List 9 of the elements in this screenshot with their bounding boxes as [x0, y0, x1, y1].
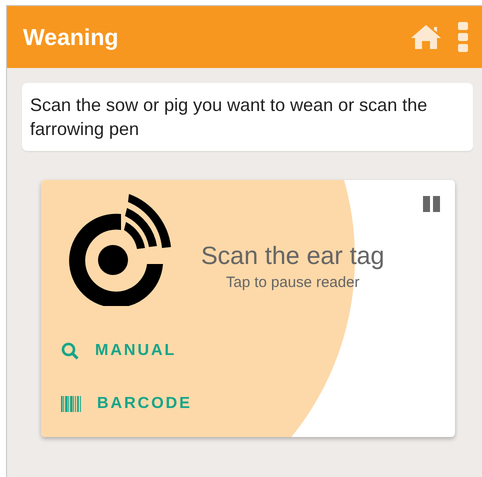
manual-button[interactable]: MANUAL [61, 342, 176, 360]
search-icon [61, 342, 79, 360]
barcode-button[interactable]: BARCODE [61, 395, 192, 413]
more-menu-button[interactable] [458, 22, 468, 52]
home-button[interactable] [410, 24, 442, 50]
barcode-icon [61, 396, 81, 412]
instruction-text: Scan the sow or pig you want to wean or scan the farrowing pen [22, 83, 473, 151]
pause-button[interactable] [423, 196, 441, 212]
app-title: Weaning [23, 24, 120, 50]
